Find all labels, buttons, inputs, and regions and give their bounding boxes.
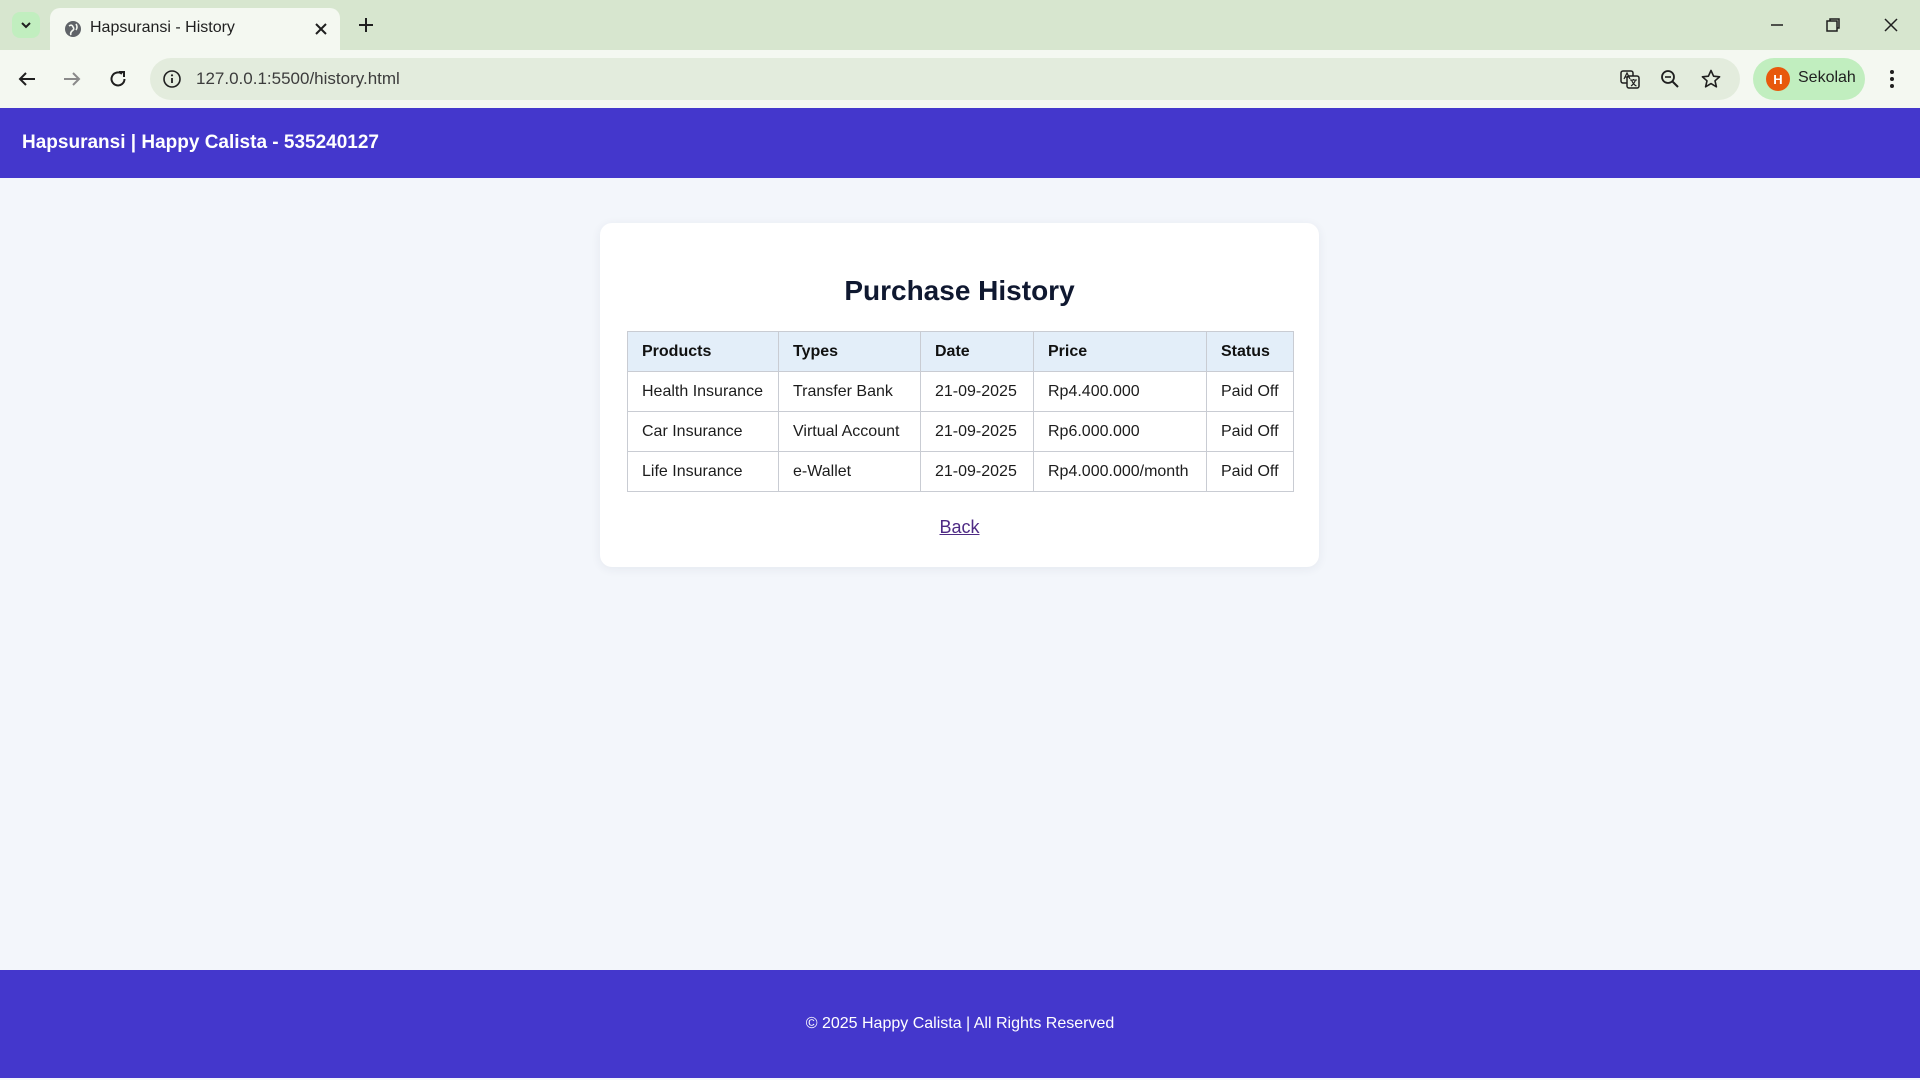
cell-date: 21-09-2025	[920, 451, 1034, 492]
column-header-products: Products	[627, 331, 779, 372]
purchase-history-table: Products Types Date Price Status Health …	[627, 331, 1294, 492]
cell-type: e-Wallet	[778, 451, 921, 492]
table-row: Life Insurance e-Wallet 21-09-2025 Rp4.0…	[627, 451, 1294, 492]
arrow-right-icon[interactable]	[60, 67, 84, 91]
cell-status: Paid Off	[1206, 411, 1294, 452]
chevron-down-icon	[21, 22, 31, 29]
minimize-icon[interactable]	[1766, 14, 1788, 36]
history-card: Purchase History Products Types Date Pri…	[600, 223, 1319, 567]
site-header: Hapsuransi | Happy Calista - 535240127	[0, 108, 1920, 178]
zoom-out-icon[interactable]	[1659, 68, 1681, 90]
cell-status: Paid Off	[1206, 371, 1294, 412]
cell-price: Rp6.000.000	[1033, 411, 1207, 452]
table-row: Health Insurance Transfer Bank 21-09-202…	[627, 371, 1294, 412]
table-row: Car Insurance Virtual Account 21-09-2025…	[627, 411, 1294, 452]
cell-product: Life Insurance	[627, 451, 779, 492]
reload-icon[interactable]	[106, 67, 130, 91]
tab-title: Hapsuransi - History	[90, 19, 235, 36]
close-icon[interactable]	[312, 20, 330, 38]
column-header-price: Price	[1033, 331, 1207, 372]
browser-tab-bar: Hapsuransi - History	[0, 0, 1920, 50]
column-header-date: Date	[920, 331, 1034, 372]
info-icon[interactable]	[162, 69, 182, 89]
back-link-container: Back	[600, 517, 1319, 538]
cell-product: Car Insurance	[627, 411, 779, 452]
translate-icon[interactable]	[1619, 68, 1641, 90]
url-text[interactable]: 127.0.0.1:5500/history.html	[196, 69, 400, 89]
address-bar[interactable]: 127.0.0.1:5500/history.html	[150, 58, 1740, 100]
back-link[interactable]: Back	[939, 517, 979, 537]
plus-icon[interactable]	[356, 15, 376, 35]
site-title: Hapsuransi | Happy Calista - 535240127	[22, 132, 379, 153]
page-title: Purchase History	[844, 275, 1075, 306]
cell-date: 21-09-2025	[920, 411, 1034, 452]
cell-date: 21-09-2025	[920, 371, 1034, 412]
star-icon[interactable]	[1700, 68, 1722, 90]
cell-price: Rp4.000.000/month	[1033, 451, 1207, 492]
browser-tab-active[interactable]: Hapsuransi - History	[50, 8, 340, 50]
more-vertical-icon[interactable]	[1880, 67, 1904, 91]
profile-name: Sekolah	[1798, 69, 1856, 86]
browser-toolbar: 127.0.0.1:5500/history.html H Sekolah	[0, 50, 1920, 108]
arrow-left-icon[interactable]	[15, 67, 39, 91]
restore-icon[interactable]	[1822, 14, 1844, 36]
cell-status: Paid Off	[1206, 451, 1294, 492]
site-footer: © 2025 Happy Calista | All Rights Reserv…	[0, 970, 1920, 1078]
avatar: H	[1766, 67, 1790, 91]
close-icon[interactable]	[1880, 14, 1902, 36]
globe-icon	[65, 21, 81, 37]
cell-type: Transfer Bank	[778, 371, 921, 412]
tab-search-button[interactable]	[12, 12, 40, 38]
footer-copyright: © 2025 Happy Calista | All Rights Reserv…	[805, 1015, 1115, 1032]
profile-button[interactable]: H Sekolah	[1753, 58, 1865, 100]
column-header-status: Status	[1206, 331, 1294, 372]
table-header-row: Products Types Date Price Status	[627, 331, 1294, 372]
column-header-types: Types	[778, 331, 921, 372]
cell-type: Virtual Account	[778, 411, 921, 452]
cell-product: Health Insurance	[627, 371, 779, 412]
cell-price: Rp4.400.000	[1033, 371, 1207, 412]
